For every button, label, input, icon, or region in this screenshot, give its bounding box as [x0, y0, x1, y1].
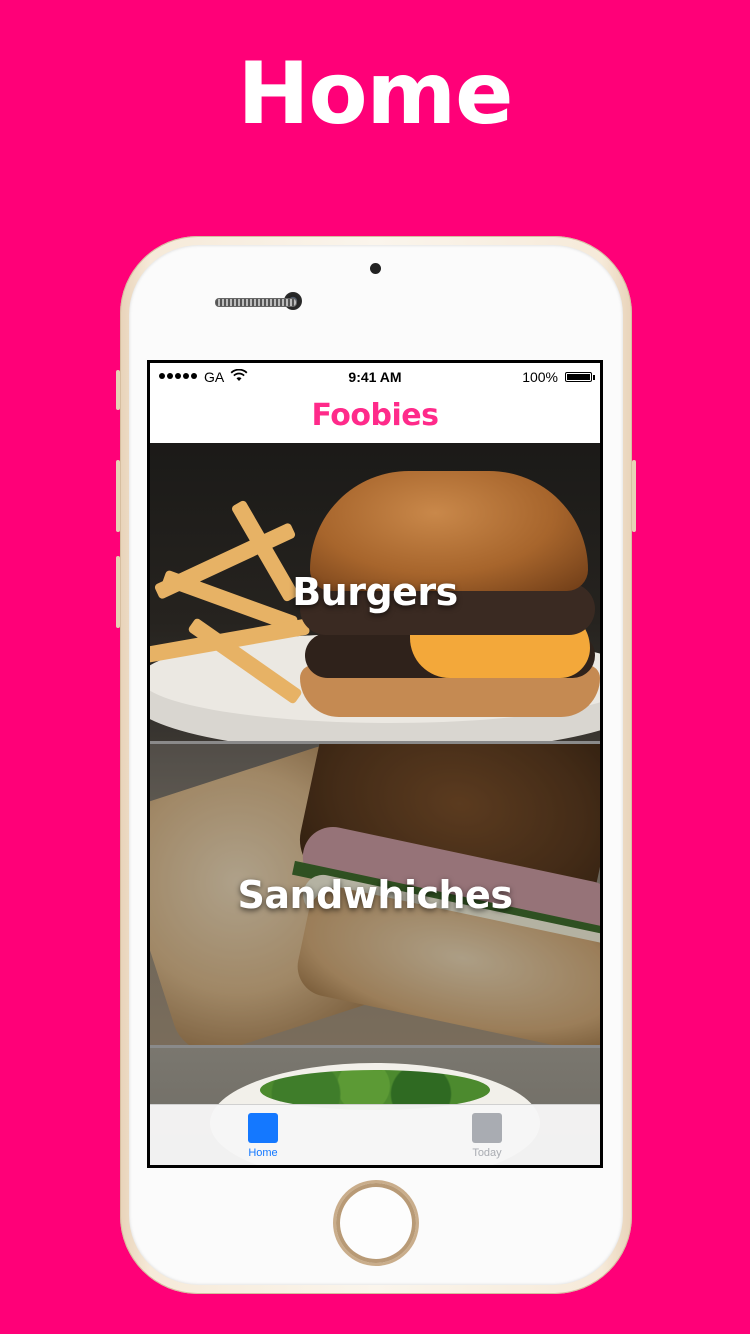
app-title: Foobies: [311, 398, 439, 433]
battery-icon: [565, 372, 595, 382]
square-icon: [472, 1113, 502, 1143]
category-label: Burgers: [292, 570, 458, 614]
volume-up-button: [116, 460, 120, 532]
tab-label: Home: [248, 1147, 278, 1159]
category-list[interactable]: Burgers Sandwhiches: [150, 443, 600, 1165]
tab-bar: Home Today: [150, 1104, 600, 1165]
page-headline: Home: [237, 44, 514, 144]
square-icon: [248, 1113, 278, 1143]
category-cell-sandwiches[interactable]: Sandwhiches: [150, 744, 600, 1048]
category-label: Sandwhiches: [237, 872, 513, 917]
tab-today[interactable]: Today: [427, 1113, 547, 1159]
tab-home[interactable]: Home: [203, 1113, 323, 1159]
mute-switch: [116, 370, 120, 410]
home-button[interactable]: [336, 1183, 416, 1263]
status-bar: GA 9:41 AM 100%: [150, 363, 600, 393]
power-button: [632, 460, 636, 532]
battery-percent: 100%: [522, 369, 558, 385]
earpiece-speaker: [215, 298, 297, 307]
tab-label: Today: [472, 1147, 502, 1159]
proximity-sensor: [370, 263, 381, 274]
app-screen: GA 9:41 AM 100% Foobies Burgers Sandwhic…: [150, 363, 600, 1165]
volume-down-button: [116, 556, 120, 628]
category-cell-burgers[interactable]: Burgers: [150, 443, 600, 744]
phone-screen: GA 9:41 AM 100% Foobies Burgers Sandwhic…: [147, 360, 603, 1168]
